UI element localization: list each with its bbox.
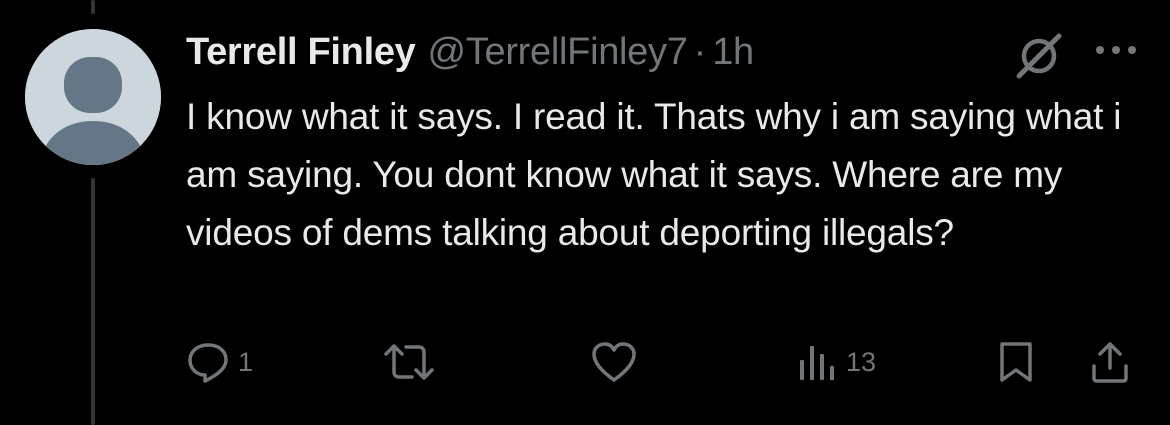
tweet-text: I know what it says. I read it. Thats wh…	[186, 96, 1122, 253]
views-chart-icon	[800, 346, 834, 380]
retweet-icon	[384, 344, 434, 380]
grok-icon[interactable]	[1013, 30, 1065, 82]
default-avatar-icon	[25, 29, 161, 165]
bookmark-icon	[1000, 342, 1032, 382]
retweet-button[interactable]	[382, 340, 436, 384]
like-button[interactable]	[590, 340, 638, 384]
user-handle[interactable]: @TerrellFinley7	[428, 31, 688, 74]
share-button[interactable]	[1088, 340, 1132, 384]
bookmark-button[interactable]	[996, 340, 1036, 384]
views-count: 13	[846, 346, 877, 377]
more-dots-icon[interactable]	[1092, 40, 1140, 60]
heart-icon	[592, 342, 636, 382]
reply-button[interactable]: 1	[186, 340, 253, 384]
separator-dot: ·	[693, 30, 707, 73]
views-button[interactable]: 13	[796, 340, 876, 384]
thread-line-bottom	[91, 178, 95, 425]
timestamp[interactable]: 1h	[712, 31, 754, 74]
thread-line-top	[91, 0, 95, 14]
reply-icon	[188, 343, 228, 383]
share-icon	[1092, 342, 1128, 383]
tweet-header: Terrell Finley @TerrellFinley7 · 1h	[186, 24, 754, 80]
reply-count: 1	[238, 346, 254, 377]
display-name[interactable]: Terrell Finley	[186, 31, 416, 74]
avatar[interactable]	[25, 29, 161, 165]
